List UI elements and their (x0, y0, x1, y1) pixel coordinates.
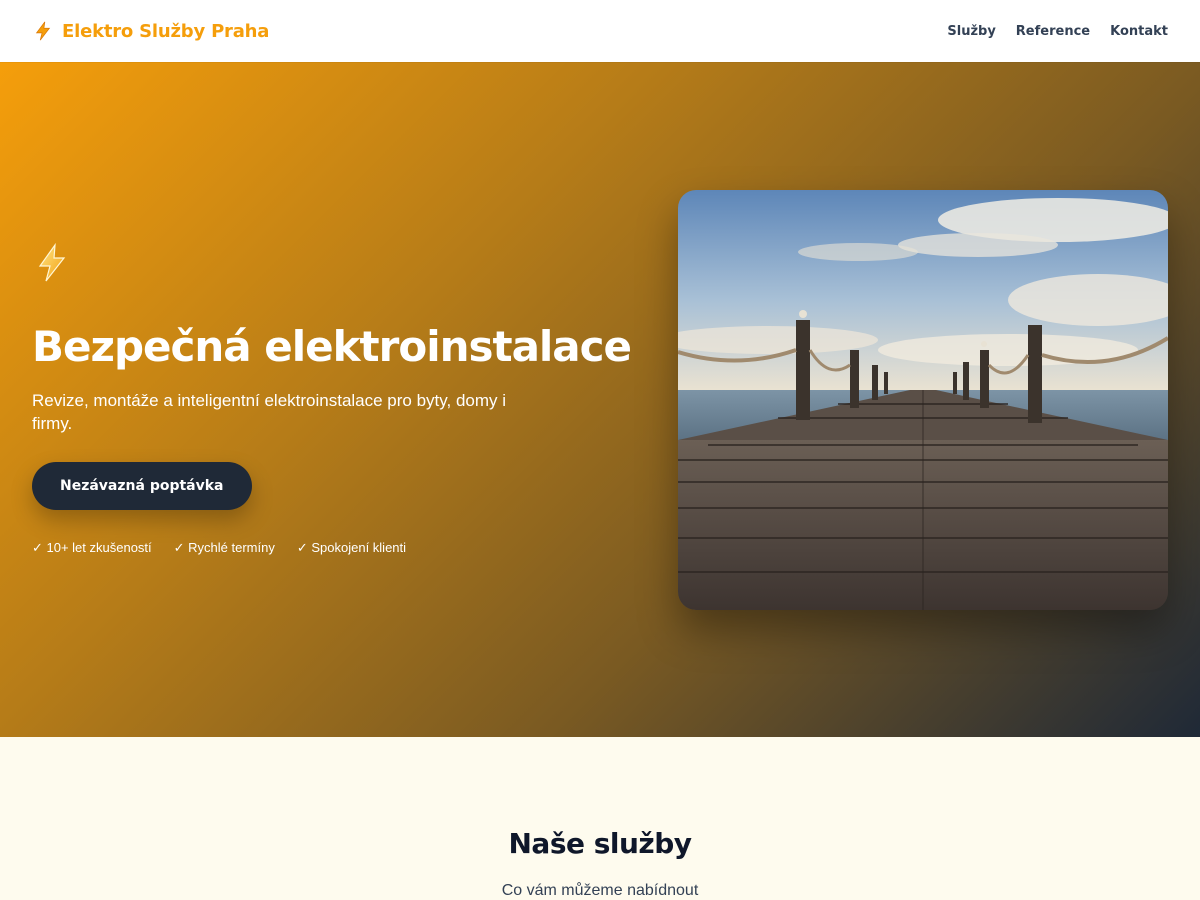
lightning-bolt-icon (35, 21, 51, 41)
nav-item-reference[interactable]: Reference (1016, 24, 1090, 39)
services-section: Naše služby Co vám můžeme nabídnout (0, 737, 1200, 900)
hero-section: Bezpečná elektroinstalace Revize, montáž… (0, 62, 1200, 737)
pier-photo (678, 190, 1168, 610)
hero-title: Bezpečná elektroinstalace (32, 322, 632, 371)
services-subtitle: Co vám můžeme nabídnout (501, 882, 699, 899)
brand[interactable]: Elektro Služby Praha (32, 20, 269, 42)
services-title: Naše služby (508, 827, 692, 860)
badge-experience: ✓ 10+ let zkušeností (32, 540, 152, 556)
hero-content: Bezpečná elektroinstalace Revize, montáž… (32, 242, 632, 556)
brand-name: Elektro Služby Praha (62, 20, 270, 42)
nav-item-kontakt[interactable]: Kontakt (1110, 24, 1168, 39)
nav-item-sluzby[interactable]: Služby (947, 24, 995, 39)
badge-happy-clients: ✓ Spokojení klienti (296, 540, 407, 556)
main-nav: Služby Reference Kontakt (947, 24, 1168, 39)
badge-fast-dates: ✓ Rychlé termíny (173, 540, 275, 556)
inquiry-button[interactable]: Nezávazná poptávka (32, 462, 252, 511)
hero-badges: ✓ 10+ let zkušeností ✓ Rychlé termíny ✓ … (32, 540, 632, 556)
hero-image (678, 190, 1168, 610)
lightning-bolt-icon (38, 242, 66, 282)
site-header: Elektro Služby Praha Služby Reference Ko… (0, 0, 1200, 62)
hero-subtitle: Revize, montáže a inteligentní elektroin… (32, 391, 507, 434)
